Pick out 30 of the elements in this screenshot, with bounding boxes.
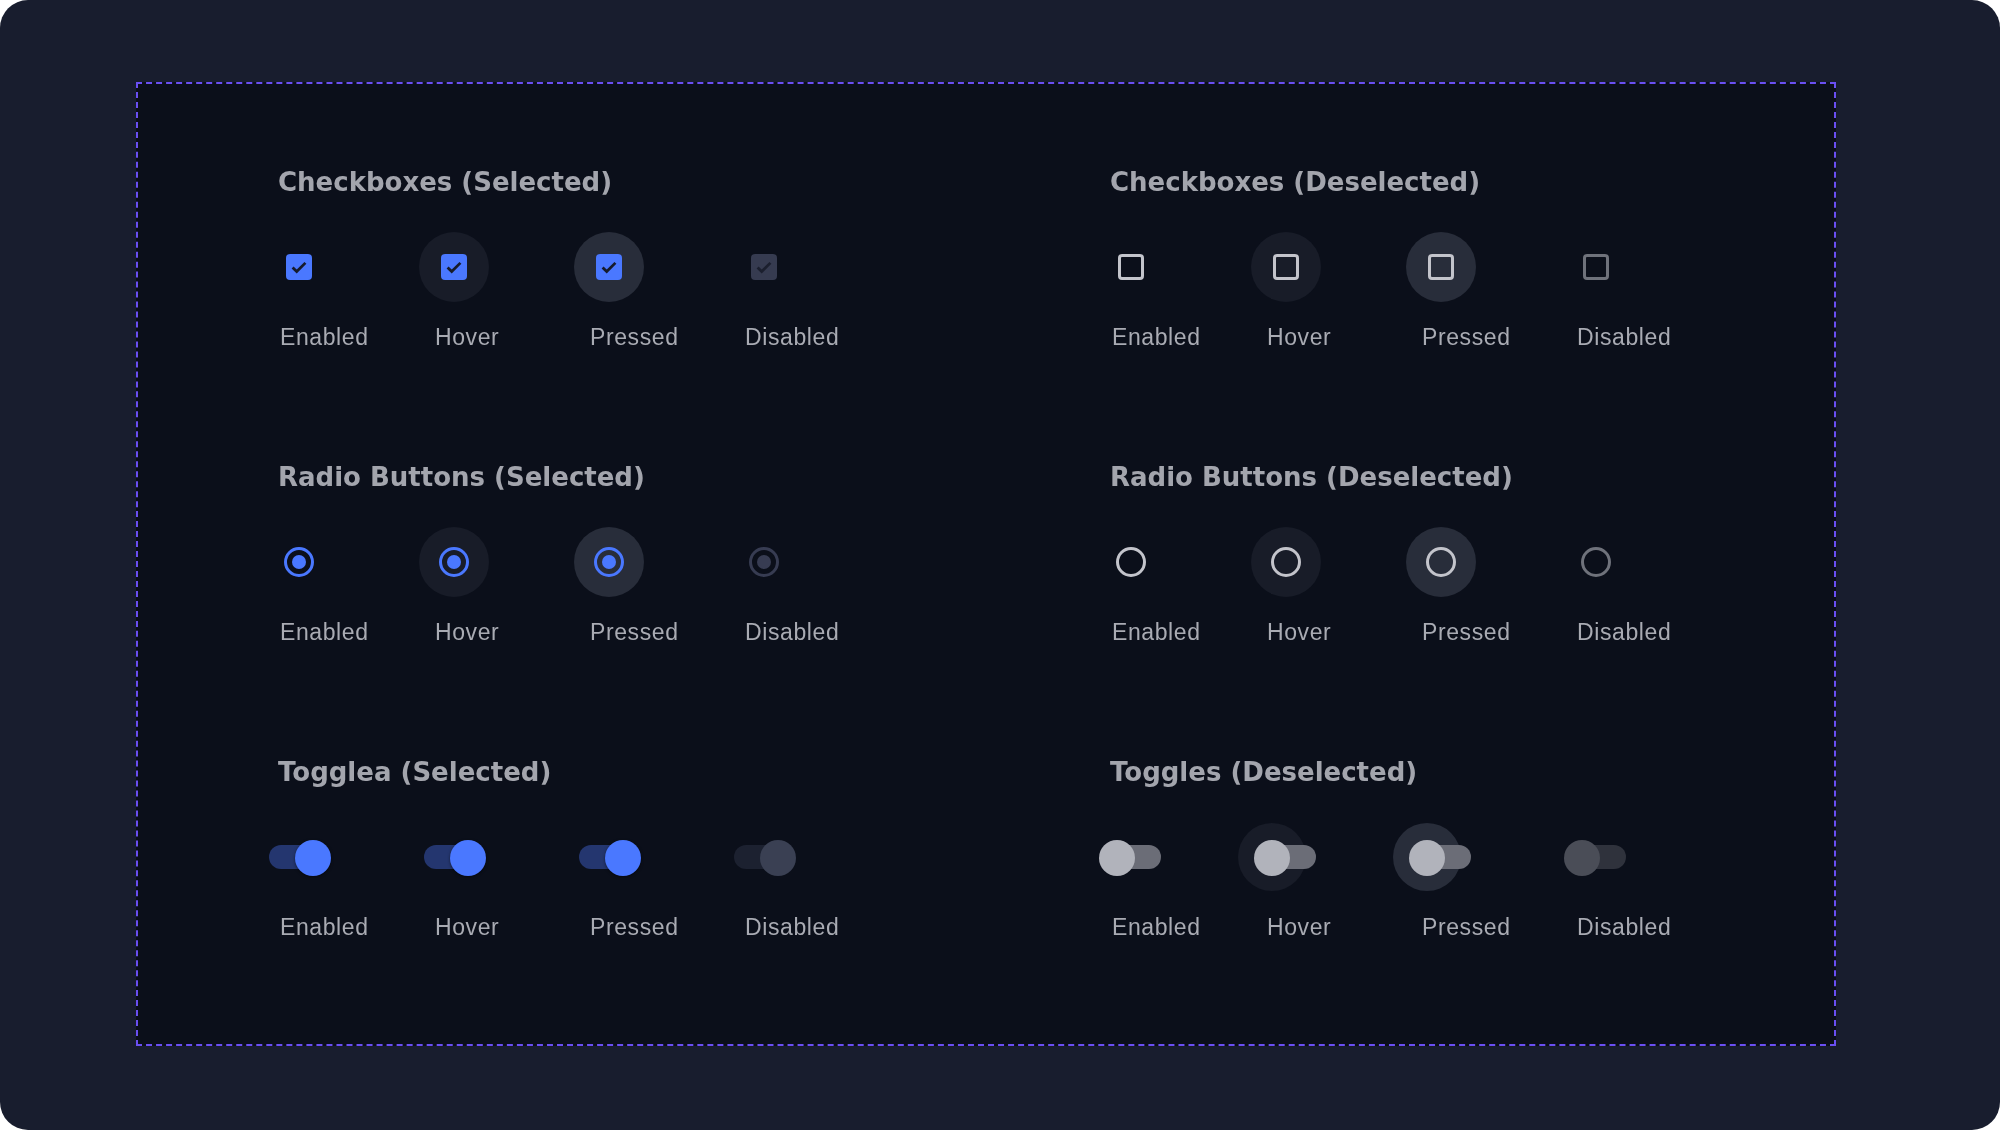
- state-label: Hover: [1267, 914, 1332, 941]
- state-label: Enabled: [1112, 619, 1201, 646]
- state-label: Pressed: [590, 324, 679, 351]
- state-label: Disabled: [1577, 324, 1672, 351]
- section-heading: Togglea (Selected): [278, 756, 553, 789]
- state-label: Pressed: [590, 619, 679, 646]
- section-heading: Checkboxes (Deselected): [1110, 166, 1482, 199]
- state-label: Hover: [1267, 619, 1332, 646]
- state-label: Pressed: [1422, 324, 1511, 351]
- state-label: Disabled: [745, 619, 840, 646]
- state-label: Enabled: [280, 914, 369, 941]
- state-label: Enabled: [1112, 324, 1201, 351]
- state-label: Disabled: [745, 324, 840, 351]
- state-label: Pressed: [590, 914, 679, 941]
- state-label: Pressed: [1422, 619, 1511, 646]
- state-label: Enabled: [280, 619, 369, 646]
- section-heading: Toggles (Deselected): [1110, 756, 1419, 789]
- state-label: Disabled: [1577, 619, 1672, 646]
- state-label: Hover: [435, 914, 500, 941]
- state-label: Enabled: [1112, 914, 1201, 941]
- state-label: Enabled: [280, 324, 369, 351]
- state-label: Disabled: [1577, 914, 1672, 941]
- section-heading: Radio Buttons (Selected): [278, 461, 646, 494]
- state-label: Hover: [1267, 324, 1332, 351]
- state-label: Hover: [435, 324, 500, 351]
- section-heading: Radio Buttons (Deselected): [1110, 461, 1514, 494]
- state-label: Hover: [435, 619, 500, 646]
- state-label: Disabled: [745, 914, 840, 941]
- section-heading: Checkboxes (Selected): [278, 166, 614, 199]
- state-label: Pressed: [1422, 914, 1511, 941]
